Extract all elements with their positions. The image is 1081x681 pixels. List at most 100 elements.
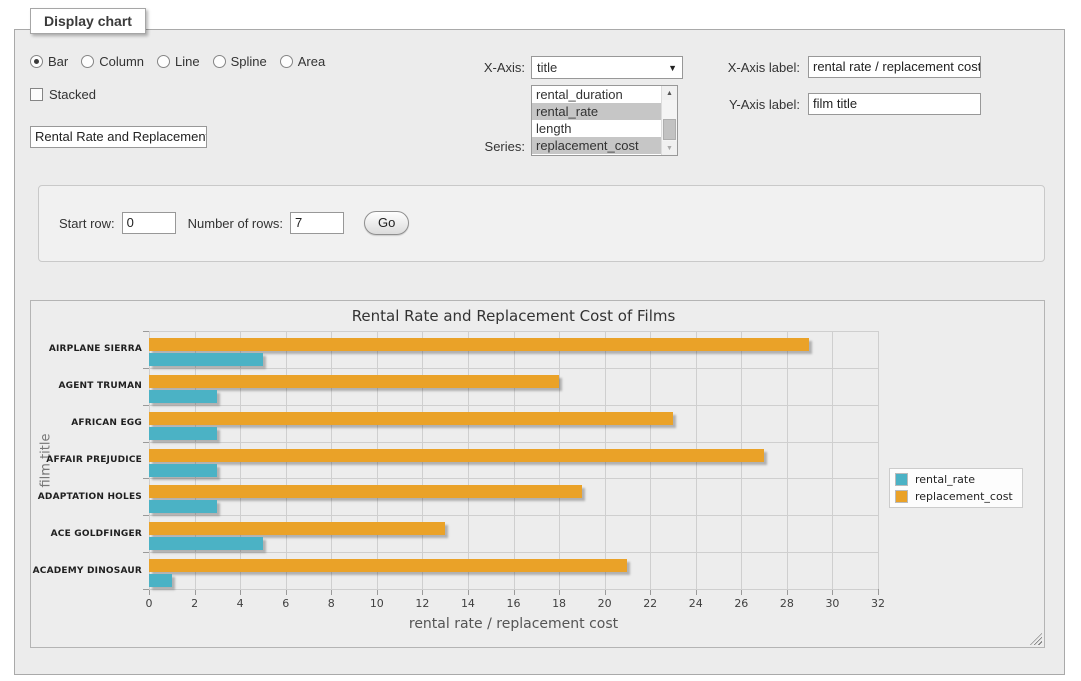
bar-rental_rate bbox=[149, 390, 217, 403]
start-row-label: Start row: bbox=[59, 216, 115, 231]
gridline-vertical bbox=[787, 331, 788, 589]
scrollbar-thumb[interactable] bbox=[663, 119, 676, 140]
radio-bar-label: Bar bbox=[48, 54, 68, 69]
x-tick-label: 2 bbox=[177, 597, 213, 610]
radio-line[interactable]: Line bbox=[157, 54, 200, 69]
x-tick-label: 6 bbox=[268, 597, 304, 610]
gridline-vertical bbox=[878, 331, 879, 589]
radio-area-label: Area bbox=[298, 54, 325, 69]
bar-replacement_cost bbox=[149, 449, 764, 462]
x-tick-label: 24 bbox=[678, 597, 714, 610]
plot-area bbox=[149, 331, 878, 589]
legend-swatch bbox=[895, 490, 908, 503]
bar-rental_rate bbox=[149, 574, 172, 587]
legend-label: rental_rate bbox=[915, 473, 975, 486]
bar-replacement_cost bbox=[149, 485, 582, 498]
panel-content: Bar Column Line Spline Area Stacked Rent… bbox=[14, 29, 1065, 675]
bar-rental_rate bbox=[149, 427, 217, 440]
bar-replacement_cost bbox=[149, 338, 809, 351]
y-axis-tick bbox=[143, 368, 149, 369]
rows-subpanel: Start row: 0 Number of rows: 7 Go bbox=[38, 185, 1045, 262]
x-tick-label: 16 bbox=[496, 597, 532, 610]
x-axis-label-field-label: X-Axis label: bbox=[714, 60, 800, 75]
chart-container: Rental Rate and Replacement Cost of Film… bbox=[30, 300, 1045, 648]
series-option-length[interactable]: length bbox=[532, 120, 662, 137]
x-tick-label: 26 bbox=[723, 597, 759, 610]
x-axis-label-input[interactable]: rental rate / replacement cost bbox=[808, 56, 981, 78]
x-axis-selected-value: title bbox=[537, 60, 668, 75]
chart-legend: rental_rate replacement_cost bbox=[889, 468, 1023, 508]
gridline-horizontal bbox=[149, 368, 878, 369]
x-tick-label: 4 bbox=[222, 597, 258, 610]
radio-spline-label: Spline bbox=[231, 54, 267, 69]
radio-column-label: Column bbox=[99, 54, 144, 69]
gridline-horizontal bbox=[149, 478, 878, 479]
scroll-up-icon[interactable]: ▲ bbox=[662, 86, 677, 100]
bar-replacement_cost bbox=[149, 412, 673, 425]
category-label: ACE GOLDFINGER bbox=[31, 528, 142, 540]
bar-rental_rate bbox=[149, 537, 263, 550]
num-rows-input[interactable]: 7 bbox=[290, 212, 344, 234]
bar-rental_rate bbox=[149, 353, 263, 366]
resize-grip-icon[interactable] bbox=[1030, 633, 1042, 645]
category-label: AFRICAN EGG bbox=[31, 417, 142, 429]
bar-replacement_cost bbox=[149, 559, 627, 572]
series-option-rental-rate[interactable]: rental_rate bbox=[532, 103, 662, 120]
category-label: AIRPLANE SIERRA bbox=[31, 343, 142, 355]
series-select-label: Series: bbox=[431, 139, 525, 154]
radio-button-icon[interactable] bbox=[213, 55, 226, 68]
x-tick-label: 22 bbox=[632, 597, 668, 610]
x-axis-select[interactable]: title ▼ bbox=[531, 56, 683, 79]
stacked-checkbox-row[interactable]: Stacked bbox=[30, 87, 96, 102]
legend-swatch bbox=[895, 473, 908, 486]
y-axis-label-field-label: Y-Axis label: bbox=[714, 97, 800, 112]
listbox-scrollbar[interactable]: ▲ ▼ bbox=[661, 86, 677, 155]
series-option-replacement-cost[interactable]: replacement_cost bbox=[532, 137, 662, 154]
chart-title: Rental Rate and Replacement Cost of Film… bbox=[149, 307, 878, 325]
radio-area[interactable]: Area bbox=[280, 54, 325, 69]
radio-column[interactable]: Column bbox=[81, 54, 144, 69]
x-tick-label: 10 bbox=[359, 597, 395, 610]
scroll-down-icon[interactable]: ▼ bbox=[662, 141, 677, 155]
legend-entry: rental_rate bbox=[895, 473, 1013, 486]
radio-button-icon[interactable] bbox=[280, 55, 293, 68]
x-tick-label: 20 bbox=[587, 597, 623, 610]
legend-entry: replacement_cost bbox=[895, 490, 1013, 503]
series-listbox[interactable]: rental_duration rental_rate length repla… bbox=[531, 85, 678, 156]
gridline-horizontal bbox=[149, 589, 878, 590]
radio-button-icon[interactable] bbox=[157, 55, 170, 68]
category-label: AGENT TRUMAN bbox=[31, 380, 142, 392]
fieldset-legend: Display chart bbox=[30, 8, 146, 34]
category-label: AFFAIR PREJUDICE bbox=[31, 454, 142, 466]
gridline-horizontal bbox=[149, 405, 878, 406]
gridline-horizontal bbox=[149, 552, 878, 553]
y-axis-label-input[interactable]: film title bbox=[808, 93, 981, 115]
radio-bar[interactable]: Bar bbox=[30, 54, 68, 69]
x-tick-label: 32 bbox=[860, 597, 896, 610]
x-tick-label: 12 bbox=[404, 597, 440, 610]
y-axis-tick bbox=[143, 589, 149, 590]
x-axis-tick bbox=[878, 589, 879, 595]
x-axis-select-label: X-Axis: bbox=[431, 60, 525, 75]
chart-title-input[interactable]: Rental Rate and Replacement Cost of Film… bbox=[30, 126, 207, 148]
chart-x-axis-title: rental rate / replacement cost bbox=[149, 616, 878, 632]
radio-spline[interactable]: Spline bbox=[213, 54, 267, 69]
radio-button-icon[interactable] bbox=[81, 55, 94, 68]
x-tick-label: 8 bbox=[313, 597, 349, 610]
stacked-checkbox[interactable] bbox=[30, 88, 43, 101]
category-label: ADAPTATION HOLES bbox=[31, 491, 142, 503]
series-option-rental-duration[interactable]: rental_duration bbox=[532, 86, 662, 103]
bar-rental_rate bbox=[149, 464, 217, 477]
legend-label: replacement_cost bbox=[915, 490, 1013, 503]
y-axis-tick bbox=[143, 515, 149, 516]
bar-rental_rate bbox=[149, 500, 217, 513]
y-axis-tick bbox=[143, 331, 149, 332]
stacked-label: Stacked bbox=[49, 87, 96, 102]
go-button[interactable]: Go bbox=[364, 211, 409, 235]
start-row-input[interactable]: 0 bbox=[122, 212, 176, 234]
gridline-horizontal bbox=[149, 515, 878, 516]
radio-button-icon[interactable] bbox=[30, 55, 43, 68]
bar-replacement_cost bbox=[149, 375, 559, 388]
gridline-horizontal bbox=[149, 442, 878, 443]
chart-type-radio-group: Bar Column Line Spline Area bbox=[30, 54, 325, 69]
